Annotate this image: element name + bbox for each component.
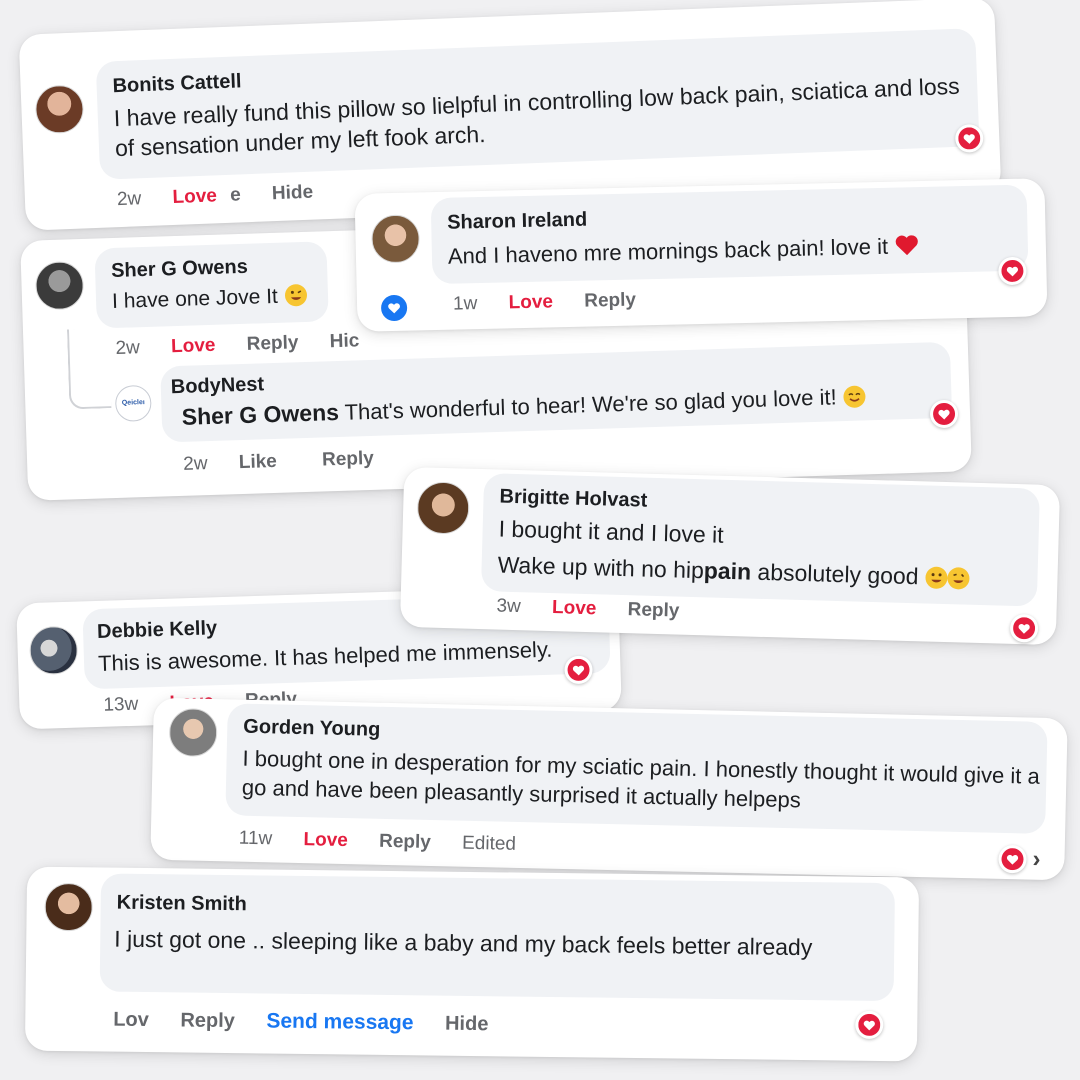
heart-reaction-icon[interactable] [564,655,593,685]
timestamp[interactable]: 1w [453,293,478,316]
comment-actions: 11w Love Reply Edited [239,828,543,857]
commenter-name[interactable]: Sharon Ireland [447,209,588,235]
avatar-logo-text: Qeicleı [121,399,145,407]
comment-card-gorden: Gorden Young I bought one in desperation… [150,697,1068,881]
reply-actions: 2w Like Reply [183,447,400,476]
comment-card-kristen: Kristen Smith I just got one .. sleeping… [24,866,920,1062]
timestamp[interactable]: 2w [183,453,208,476]
comment-text-body: I have one Jove It [111,284,279,314]
reply-thread-line [66,328,112,410]
comment-actions: 2w Love e Hide [117,181,340,212]
love-button[interactable]: Love [303,829,348,852]
commenter-name[interactable]: Sher G Owens [111,256,248,283]
commenter-name[interactable]: Brigitte Holvast [499,486,647,513]
comment-actions: 3w Love Reply [496,596,706,624]
reply-button[interactable]: Reply [627,599,679,622]
comment-text: I have one Jove It [112,282,309,321]
timestamp[interactable]: 2w [117,188,142,211]
avatar[interactable] [371,214,421,264]
reply-button[interactable]: Reply [322,448,374,472]
hide-button[interactable]: Hide [272,182,314,206]
comment-text-part: absolutely good [750,558,919,590]
like-button[interactable]: Like [238,451,277,474]
avatar[interactable] [416,481,470,535]
commenter-name[interactable]: Kristen Smith [117,892,247,917]
comment-actions: 1w Love Reply [453,289,662,316]
comment-text-line-1: I bought it and I love it [498,515,724,548]
send-message-button[interactable]: Send message [266,1009,413,1035]
heart-emoji-icon [894,232,921,264]
truncated-text: e [229,184,242,206]
comment-card-brigitte: Brigitte Holvast I bought it and I love … [399,466,1061,646]
comment-text-bold: pain [703,557,752,585]
timestamp[interactable]: 2w [115,337,140,360]
comment-actions: 2w Love Reply Hic [115,329,385,359]
timestamp[interactable]: 13w [103,694,139,717]
avatar[interactable] [34,84,85,135]
heart-reaction-icon[interactable] [954,123,984,153]
heart-reaction-icon[interactable] [855,1010,884,1040]
reply-button[interactable]: Reply [180,1009,235,1033]
reply-button[interactable]: Reply [584,289,636,312]
hide-button[interactable]: Hide [445,1013,489,1037]
love-button[interactable]: Lov [113,1009,149,1032]
avatar[interactable] [28,625,79,676]
smile-emoji-icon [842,384,867,416]
comment-text-part: Wake up with no hip [497,551,705,584]
mention-tag[interactable]: Sher G Owens [181,399,339,430]
smile-emoji-icon [924,565,971,598]
reply-button[interactable]: Reply [379,831,431,854]
love-button[interactable]: Love [508,291,553,314]
comment-card-sharon: Sharon Ireland And I haveno mre mornings… [354,178,1048,332]
love-button[interactable]: Love [171,335,216,358]
comment-actions: Lov Reply Send message Hide [113,1008,514,1037]
avatar[interactable] [44,882,93,932]
brand-avatar[interactable]: Qeicleı [114,384,152,422]
timestamp[interactable]: 11w [239,828,273,851]
heart-reaction-icon[interactable] [1009,613,1039,643]
heart-reaction-icon[interactable] [998,844,1027,874]
avatar[interactable] [34,260,85,311]
love-button[interactable]: Love [552,597,597,620]
heart-reaction-icon[interactable] [929,399,959,429]
love-button[interactable]: Love [172,185,217,209]
chevron-right-icon[interactable]: › [1032,846,1041,874]
heart-reaction-icon[interactable] [998,256,1027,286]
commenter-name[interactable]: Gorden Young [243,716,380,742]
reply-button[interactable]: Reply [246,332,298,356]
edited-label: Edited [461,832,517,855]
avatar[interactable] [168,708,218,758]
hide-button[interactable]: Hic [329,330,359,353]
smile-emoji-icon [283,283,308,315]
commenter-name[interactable]: Debbie Kelly [97,617,218,644]
commenter-name[interactable]: BodyNest [170,373,264,399]
timestamp[interactable]: 3w [496,596,521,619]
like-reaction-icon[interactable] [378,292,410,324]
